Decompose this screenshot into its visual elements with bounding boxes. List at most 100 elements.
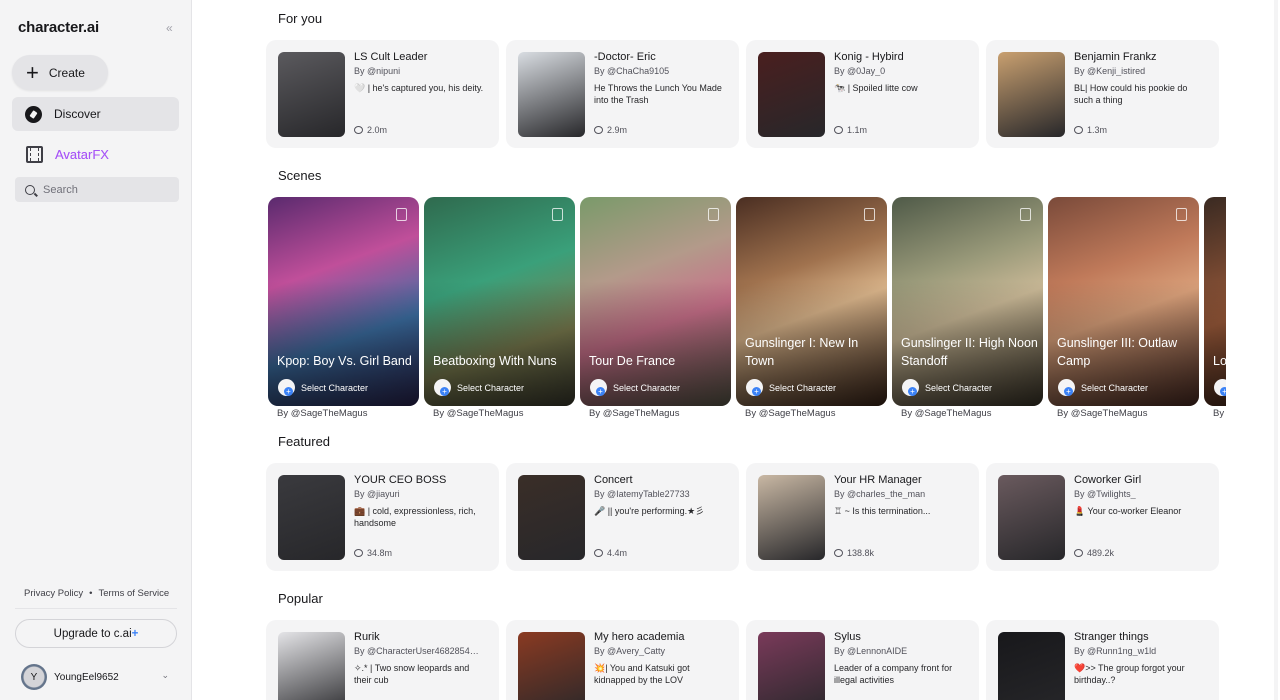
character-name: Your HR Manager: [834, 474, 922, 486]
character-name: Benjamin Frankz: [1074, 51, 1157, 63]
character-card[interactable]: Rurik By @CharacterUser4682854… ✧.* | Two …: [266, 620, 499, 700]
scene-card[interactable]: Tour De France Select Character By @SageTh…: [580, 197, 731, 425]
character-card[interactable]: YOUR CEO BOSS By @jiayuri 💼 | cold, expres…: [266, 463, 499, 571]
plus-icon: +: [26, 59, 39, 85]
character-avatar: [998, 632, 1065, 700]
scene-image: Lo Av: [1204, 197, 1226, 406]
chat-bubble-icon: [354, 549, 363, 557]
select-character-button[interactable]: Select Character: [1058, 379, 1148, 396]
scene-image: Tour De France Select Character: [580, 197, 731, 406]
terms-of-service-link[interactable]: Terms of Service: [98, 588, 169, 599]
chat-count: 34.8m: [354, 548, 392, 558]
chat-count: 1.1m: [834, 125, 867, 135]
select-character-button[interactable]: [1214, 379, 1226, 396]
scene-title: Tour De France: [589, 354, 676, 368]
character-name: My hero academia: [594, 631, 685, 643]
create-button[interactable]: + Create: [12, 55, 108, 90]
character-name: -Doctor- Eric: [594, 51, 656, 63]
select-character-button[interactable]: Select Character: [902, 379, 992, 396]
chat-count-value: 34.8m: [367, 548, 393, 558]
book-icon[interactable]: [552, 208, 563, 221]
scene-card[interactable]: Kpop: Boy Vs. Girl Band Select Character B…: [268, 197, 419, 425]
scene-image: Kpop: Boy Vs. Girl Band Select Character: [268, 197, 419, 406]
book-icon[interactable]: [396, 208, 407, 221]
user-menu[interactable]: Y YoungEel9652 ⌄: [21, 664, 177, 690]
character-avatar: [758, 475, 825, 560]
character-card[interactable]: Coworker Girl By @Twilights_ 💄 Your co-wor…: [986, 463, 1219, 571]
character-card[interactable]: Concert By @IatemyTable27733 🎤 || you're p…: [506, 463, 739, 571]
character-name: LS Cult Leader: [354, 51, 428, 63]
character-avatar: [278, 475, 345, 560]
app: character.ai « + Create Discover AvatarF…: [0, 0, 1280, 700]
select-character-button[interactable]: Select Character: [590, 379, 680, 396]
add-character-icon: [746, 379, 763, 396]
discover-nav-item[interactable]: Discover: [12, 97, 179, 131]
character-description: 💄 Your co-worker Eleanor: [1074, 506, 1182, 516]
select-character-button[interactable]: Select Character: [278, 379, 368, 396]
character-name: Rurik: [354, 631, 380, 643]
chat-bubble-icon: [594, 126, 603, 134]
character-author: By @CharacterUser4682854…: [354, 646, 479, 656]
scene-card[interactable]: Gunslinger III: Outlaw Camp Select Charac…: [1048, 197, 1199, 425]
character-avatar: [518, 632, 585, 700]
collapse-sidebar-icon[interactable]: «: [166, 21, 173, 35]
username: YoungEel9652: [54, 671, 119, 683]
chat-count: 2.0m: [354, 125, 387, 135]
character-card[interactable]: LS Cult Leader By @nipuni 🤍 | he's capture…: [266, 40, 499, 148]
search-input[interactable]: [43, 183, 163, 196]
character-card[interactable]: Stranger things By @Runn1ng_w1ld ❤️>> The …: [986, 620, 1219, 700]
select-character-button[interactable]: Select Character: [746, 379, 836, 396]
book-icon[interactable]: [864, 208, 875, 221]
scene-card[interactable]: Gunslinger II: High Noon Standoff Select …: [892, 197, 1043, 425]
character-author: By @IatemyTable27733: [594, 489, 690, 499]
scene-title: Lo Av: [1213, 354, 1226, 368]
character-description: ♖ ~ Is this termination...: [834, 506, 931, 516]
character-card[interactable]: Your HR Manager By @charles_the_man ♖ ~ Is…: [746, 463, 979, 571]
footer-links: Privacy Policy • Terms of Service: [24, 588, 169, 599]
scrollbar[interactable]: [1274, 0, 1278, 700]
character-name: YOUR CEO BOSS: [354, 474, 447, 486]
book-icon[interactable]: [708, 208, 719, 221]
select-character-label: Select Character: [769, 382, 837, 393]
main-content: For you LS Cult Leader By @nipuni 🤍 | he's…: [192, 0, 1280, 700]
scene-card[interactable]: Beatboxing With Nuns Select Character By @…: [424, 197, 575, 425]
select-character-button[interactable]: Select Character: [434, 379, 524, 396]
scene-author: By @SageTheMagus: [745, 408, 836, 419]
character-avatar: [278, 632, 345, 700]
search-bar[interactable]: [15, 177, 179, 202]
chat-count-value: 4.4m: [607, 548, 628, 558]
scene-card[interactable]: Gunslinger I: New In Town Select Characte…: [736, 197, 887, 425]
scene-card[interactable]: Lo Av By: [1204, 197, 1226, 425]
chat-bubble-icon: [1074, 549, 1083, 557]
book-icon[interactable]: [1176, 208, 1187, 221]
character-description: BL| How could his pookie do such a thing: [1074, 83, 1188, 105]
divider: [15, 608, 177, 609]
section-title-popular: Popular: [278, 591, 323, 606]
logo[interactable]: character.ai: [18, 19, 99, 36]
character-author: By @LennonAIDE: [834, 646, 908, 656]
scenes-carousel[interactable]: Kpop: Boy Vs. Girl BandSelect CharacterB…: [268, 197, 1226, 425]
character-card[interactable]: Sylus By @LennonAIDE Leader of a company f…: [746, 620, 979, 700]
character-author: By @ChaCha9105: [594, 66, 670, 76]
character-card[interactable]: -Doctor- Eric By @ChaCha9105 He Throws the…: [506, 40, 739, 148]
character-card[interactable]: My hero academia By @Avery_Catty 💥| You an…: [506, 620, 739, 700]
select-character-label: Select Character: [925, 382, 993, 393]
character-card[interactable]: Benjamin Frankz By @Kenji_istired BL| How …: [986, 40, 1219, 148]
chat-bubble-icon: [834, 126, 843, 134]
scene-title: Gunslinger II: High Noon Standoff: [901, 336, 1038, 368]
add-character-icon: [590, 379, 607, 396]
character-author: By @jiayuri: [354, 489, 400, 499]
chat-count: 1.3m: [1074, 125, 1107, 135]
book-icon[interactable]: [1020, 208, 1031, 221]
character-description: He Throws the Lunch You Made into the Tr…: [594, 83, 722, 105]
character-name: Sylus: [834, 631, 861, 643]
upgrade-button[interactable]: Upgrade to c.ai +: [15, 619, 177, 648]
select-character-label: Select Character: [1081, 382, 1149, 393]
character-card[interactable]: Konig - Hybird By @0Jay_0 🐄 | Spoiled litt…: [746, 40, 979, 148]
privacy-policy-link[interactable]: Privacy Policy: [24, 588, 83, 599]
scene-image: Gunslinger II: High Noon Standoff Select …: [892, 197, 1043, 406]
sidebar: character.ai « + Create Discover AvatarF…: [0, 0, 192, 700]
chat-bubble-icon: [834, 549, 843, 557]
chevron-down-icon[interactable]: ⌄: [161, 670, 169, 681]
avatarfx-nav-item[interactable]: AvatarFX: [26, 146, 109, 163]
